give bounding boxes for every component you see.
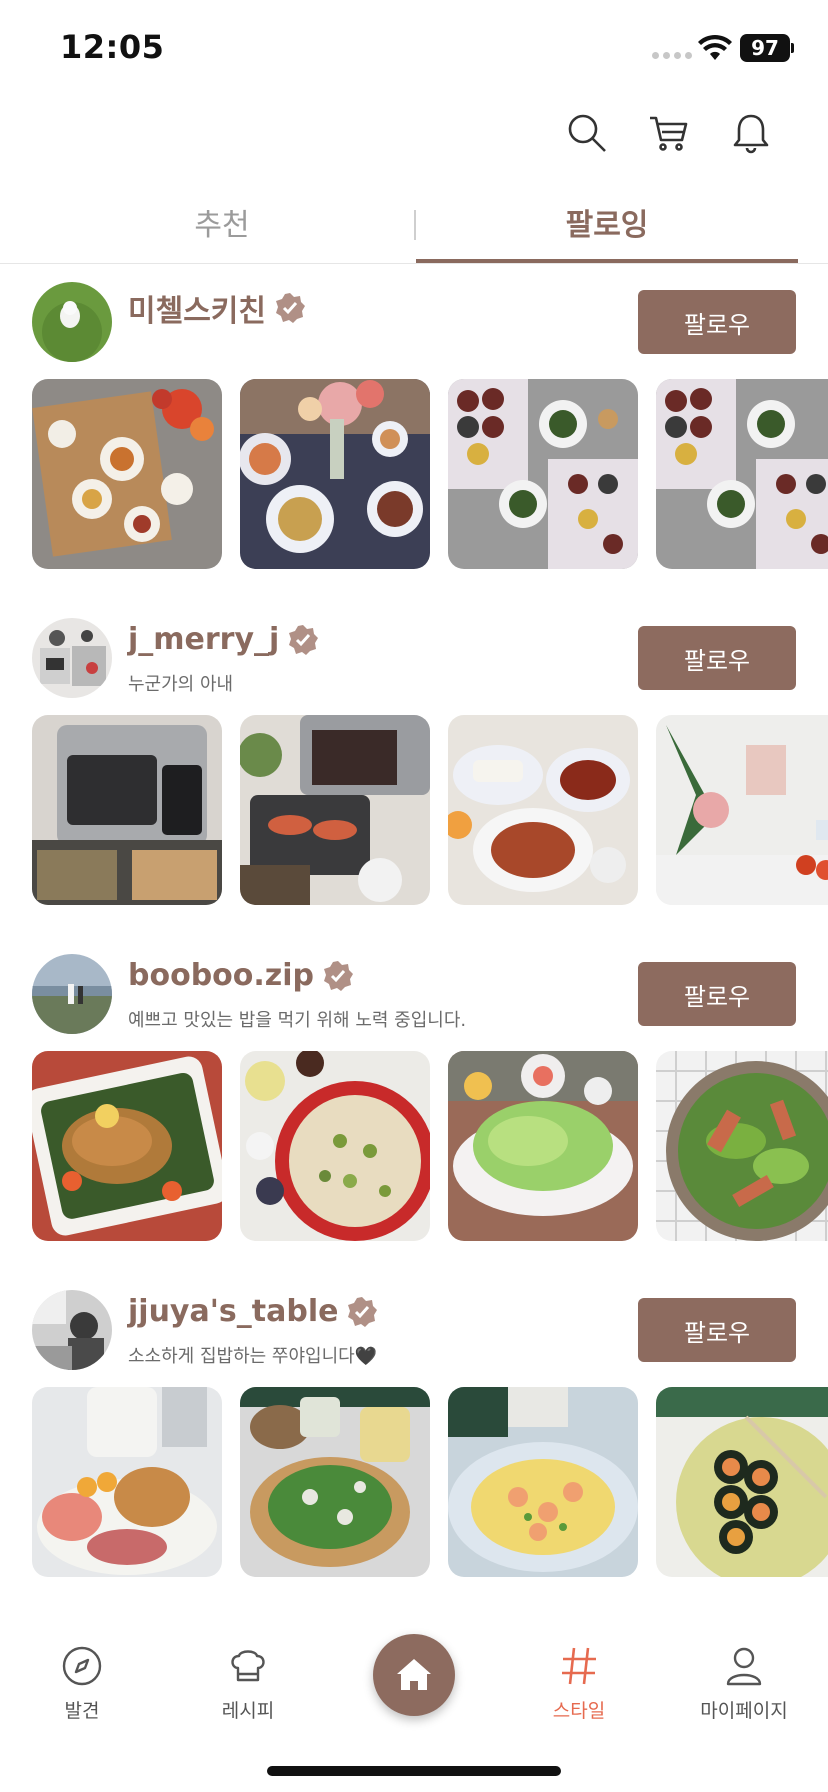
post-thumbnail[interactable] <box>32 715 222 905</box>
follow-button[interactable]: 팔로우 <box>638 962 796 1026</box>
post-thumbnail[interactable] <box>240 715 430 905</box>
creator-card: 미첼스키친 팔로우 <box>0 264 828 600</box>
creator-name-text: booboo.zip <box>128 958 315 993</box>
status-time: 12:05 <box>60 28 165 66</box>
nav-label: 스타일 <box>552 1700 606 1722</box>
avatar[interactable] <box>32 282 112 362</box>
creator-card: booboo.zip 예쁘고 맛있는 밥을 먹기 위해 노력 중입니다. 팔로우 <box>0 936 828 1272</box>
signal-icon <box>652 52 692 62</box>
photo-strip[interactable] <box>32 715 828 905</box>
nav-home[interactable] <box>373 1634 455 1716</box>
verified-icon <box>324 960 354 991</box>
person-icon <box>726 1647 762 1686</box>
follow-button[interactable]: 팔로우 <box>638 626 796 690</box>
creator-name[interactable]: j_merry_j <box>128 622 319 657</box>
search-icon[interactable] <box>566 112 608 154</box>
bottom-nav: 발견 레시피 스타일 마이페이지 <box>0 1600 828 1792</box>
post-thumbnail[interactable] <box>240 1051 430 1241</box>
chef-hat-icon <box>231 1650 265 1682</box>
hashtag-icon <box>562 1647 596 1685</box>
status-bar: 12:05 97 <box>0 0 828 100</box>
wifi-icon <box>698 34 732 60</box>
post-thumbnail[interactable] <box>656 715 828 905</box>
post-thumbnail[interactable] <box>448 715 638 905</box>
tab-recommend[interactable]: 추천 <box>30 190 414 264</box>
compass-icon <box>62 1646 102 1686</box>
nav-label: 레시피 <box>221 1700 275 1722</box>
creator-name[interactable]: jjuya's_table <box>128 1294 378 1329</box>
tab-following[interactable]: 팔로잉 <box>416 190 798 264</box>
creator-name-text: j_merry_j <box>128 622 280 657</box>
cart-icon[interactable] <box>648 112 690 154</box>
verified-icon <box>276 293 305 323</box>
feed-tabs: 추천 팔로잉 <box>0 190 828 264</box>
follow-button[interactable]: 팔로우 <box>638 1298 796 1362</box>
creator-bio: 누군가의 아내 <box>128 674 234 695</box>
photo-strip[interactable] <box>32 1387 828 1577</box>
tab-active-indicator <box>416 259 798 263</box>
creator-card: j_merry_j 누군가의 아내 팔로우 <box>0 600 828 936</box>
post-thumbnail[interactable] <box>32 1387 222 1577</box>
post-thumbnail[interactable] <box>656 379 828 569</box>
post-thumbnail[interactable] <box>32 1051 222 1241</box>
verified-icon <box>348 1296 378 1327</box>
nav-label: 마이페이지 <box>700 1700 788 1722</box>
nav-discover[interactable]: 발견 <box>12 1644 152 1723</box>
photo-strip[interactable] <box>32 379 828 569</box>
post-thumbnail[interactable] <box>240 1387 430 1577</box>
creator-name[interactable]: booboo.zip <box>128 958 354 993</box>
avatar[interactable] <box>32 618 112 698</box>
avatar[interactable] <box>32 1290 112 1370</box>
follow-button[interactable]: 팔로우 <box>638 290 796 354</box>
home-indicator <box>267 1766 561 1776</box>
nav-recipe[interactable]: 레시피 <box>178 1644 318 1723</box>
post-thumbnail[interactable] <box>32 379 222 569</box>
creator-card: jjuya's_table 소소하게 집밥하는 쭈야입니다🖤 팔로우 <box>0 1272 828 1584</box>
creator-bio: 예쁘고 맛있는 밥을 먹기 위해 노력 중입니다. <box>128 1010 467 1031</box>
post-thumbnail[interactable] <box>656 1387 828 1577</box>
avatar[interactable] <box>32 954 112 1034</box>
nav-mypage[interactable]: 마이페이지 <box>674 1644 814 1723</box>
following-feed: 미첼스키친 팔로우 j_merry_j 누군가의 아내 팔로우 booboo.z… <box>0 264 828 1584</box>
nav-style[interactable]: 스타일 <box>509 1644 649 1723</box>
post-thumbnail[interactable] <box>448 1387 638 1577</box>
verified-icon <box>289 624 319 655</box>
post-thumbnail[interactable] <box>656 1051 828 1241</box>
battery-nub <box>791 43 794 53</box>
battery-indicator: 97 <box>740 34 790 62</box>
post-thumbnail[interactable] <box>448 379 638 569</box>
photo-strip[interactable] <box>32 1051 828 1241</box>
bell-icon[interactable] <box>730 112 772 154</box>
post-thumbnail[interactable] <box>448 1051 638 1241</box>
creator-name-text: 미첼스키친 <box>128 294 266 329</box>
header-actions <box>566 112 772 154</box>
creator-bio: 소소하게 집밥하는 쭈야입니다🖤 <box>128 1346 378 1367</box>
home-icon <box>397 1659 431 1690</box>
creator-name[interactable]: 미첼스키친 <box>128 286 306 330</box>
creator-name-text: jjuya's_table <box>128 1294 339 1329</box>
nav-label: 발견 <box>64 1700 100 1722</box>
post-thumbnail[interactable] <box>240 379 430 569</box>
